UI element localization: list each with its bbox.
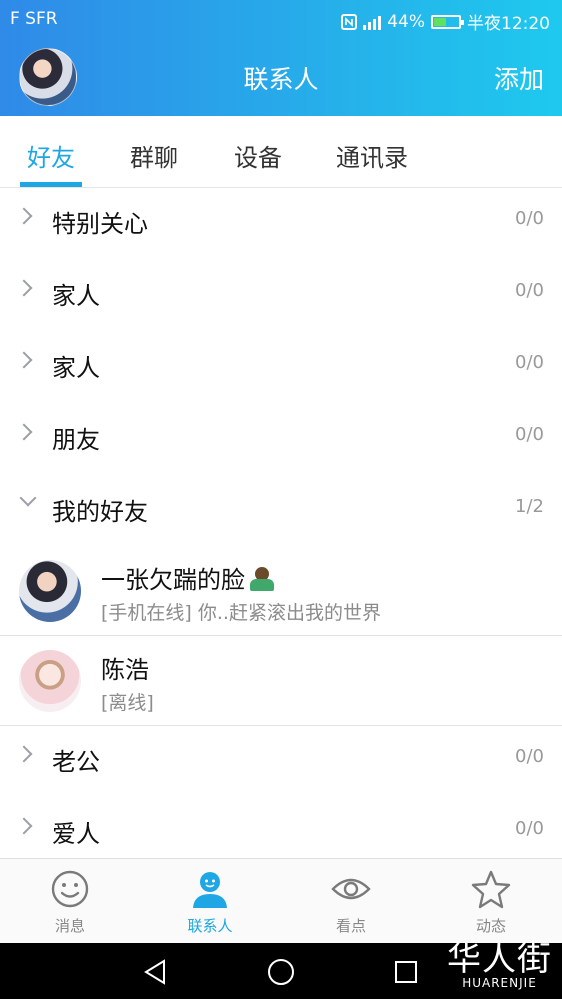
nav-label: 动态 [475,917,506,935]
home-icon[interactable] [267,958,295,986]
group-count: 0/0 [515,424,544,445]
tab-friends[interactable]: 好友 [27,138,75,173]
group-row-family-2[interactable]: 家人 0/0 [0,332,562,404]
group-row-my-friends[interactable]: 我的好友 1/2 [0,476,562,548]
chevron-right-icon [15,351,33,369]
group-row-friends[interactable]: 朋友 0/0 [0,404,562,476]
tab-devices[interactable]: 设备 [234,138,282,173]
nav-messages[interactable]: 消息 [0,859,140,944]
watermark: 华人街 HUARENJIE [447,942,552,990]
group-name: 爱人 [52,820,100,848]
nfc-icon [341,13,358,30]
star-icon [471,870,511,909]
nav-label: 消息 [54,917,85,935]
nav-feed[interactable]: 动态 [421,859,561,944]
friend-name-line: 一张欠踹的脸 [101,560,275,595]
group-row-special-care[interactable]: 特别关心 0/0 [0,188,562,260]
avatar [19,560,81,622]
nav-discover[interactable]: 看点 [281,859,421,944]
add-button[interactable]: 添加 [494,60,544,96]
page-title: 联系人 [243,65,319,94]
title-bar: 联系人 添加 [0,38,562,116]
chevron-down-icon [19,489,37,507]
bottom-nav: 消息 联系人 看点 动态 [0,858,562,943]
watermark-logo-text: 华人街 [447,939,552,979]
tab-address-book[interactable]: 通讯录 [336,138,408,173]
clock: 半夜12:20 [467,14,550,34]
group-name: 我的好友 [52,498,148,526]
group-count: 0/0 [515,352,544,373]
chevron-right-icon [15,207,33,225]
friend-name: 一张欠踹的脸 [101,566,245,594]
watermark-subtext: HUARENJIE [462,976,537,990]
eye-icon [331,878,371,900]
back-icon[interactable] [143,959,167,985]
chevron-right-icon [15,745,33,763]
battery-icon [431,14,464,29]
status-bar: F SFR 44% 半夜12:20 [0,0,562,38]
active-tab-indicator [20,182,82,187]
friend-row[interactable]: 陈浩 [离线] [0,636,562,726]
contact-person-icon [193,872,227,908]
friend-row[interactable]: 一张欠踹的脸 [手机在线] 你..赶紧滚出我的世界 [0,546,562,636]
avatar [19,650,81,712]
group-row-family-1[interactable]: 家人 0/0 [0,260,562,332]
group-name: 朋友 [52,426,100,454]
group-count: 0/0 [515,208,544,229]
friend-status: [手机在线] 你..赶紧滚出我的世界 [101,602,381,624]
chevron-right-icon [15,279,33,297]
group-row-husband[interactable]: 老公 0/0 [0,726,562,798]
recents-icon[interactable] [394,960,418,984]
nav-label: 看点 [335,917,366,935]
tab-group-chats[interactable]: 群聊 [130,138,178,173]
group-count: 0/0 [515,746,544,767]
signal-icon [363,14,382,30]
group-name: 家人 [52,354,100,382]
tab-bar: 好友 群聊 设备 通讯录 [0,116,562,188]
nav-label: 联系人 [187,917,233,935]
emoji-icon [249,567,275,591]
friend-status: [离线] [101,692,154,714]
friend-name: 陈浩 [101,656,149,684]
nav-contacts[interactable]: 联系人 [140,859,280,944]
battery-percent: 44% [387,11,425,32]
chevron-right-icon [15,423,33,441]
group-name: 老公 [52,748,100,776]
smiley-icon [51,870,89,908]
group-count: 0/0 [515,818,544,839]
group-count: 1/2 [515,496,544,517]
group-count: 0/0 [515,280,544,301]
carrier-label: F SFR [10,9,58,29]
group-name: 家人 [52,282,100,310]
group-name: 特别关心 [52,210,148,238]
status-icons: 44% 半夜12:20 [341,9,550,34]
chevron-right-icon [15,817,33,835]
